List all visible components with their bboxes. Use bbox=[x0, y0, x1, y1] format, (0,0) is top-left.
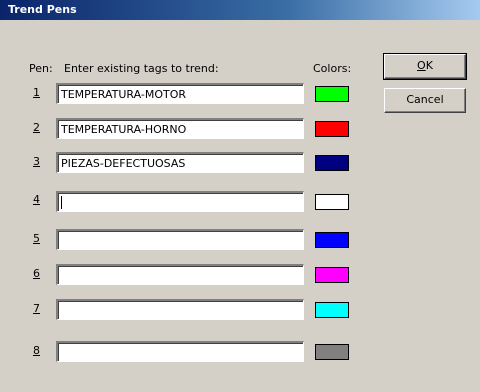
pen-4-tag-input[interactable] bbox=[56, 191, 304, 212]
title-bar: Trend Pens bbox=[0, 0, 480, 20]
pen-3-tag-input[interactable]: PIEZAS-DEFECTUOSAS bbox=[56, 152, 304, 173]
pen-number-6: 6 bbox=[33, 267, 40, 280]
pen-8-tag-input[interactable] bbox=[56, 341, 304, 362]
pen-number-2: 2 bbox=[33, 121, 40, 134]
pen-1-color-swatch[interactable] bbox=[315, 86, 349, 102]
pen-number-7: 7 bbox=[33, 302, 40, 315]
pen-2-color-swatch[interactable] bbox=[315, 121, 349, 137]
pen-1-tag-input[interactable]: TEMPERATURA-MOTOR bbox=[56, 83, 304, 104]
pen-8-color-swatch[interactable] bbox=[315, 344, 349, 360]
instructions-label: Enter existing tags to trend: bbox=[64, 62, 219, 75]
cancel-button[interactable]: Cancel bbox=[384, 88, 466, 113]
pen-3-color-swatch[interactable] bbox=[315, 155, 349, 171]
pen-number-8: 8 bbox=[33, 344, 40, 357]
pen-column-label: Pen: bbox=[29, 62, 53, 75]
colors-column-label: Colors: bbox=[313, 62, 352, 75]
pen-7-tag-input[interactable] bbox=[56, 299, 304, 320]
pen-5-color-swatch[interactable] bbox=[315, 232, 349, 248]
pen-4-color-swatch[interactable] bbox=[315, 194, 349, 210]
ok-button[interactable]: OK bbox=[383, 53, 467, 80]
pen-6-tag-input[interactable] bbox=[56, 264, 304, 285]
pen-number-5: 5 bbox=[33, 232, 40, 245]
pen-5-tag-input[interactable] bbox=[56, 229, 304, 250]
pen-7-color-swatch[interactable] bbox=[315, 302, 349, 318]
pen-2-tag-input[interactable]: TEMPERATURA-HORNO bbox=[56, 118, 304, 139]
pen-number-4: 4 bbox=[33, 193, 40, 206]
window-title: Trend Pens bbox=[8, 3, 77, 16]
pen-number-1: 1 bbox=[33, 86, 40, 99]
pen-6-color-swatch[interactable] bbox=[315, 267, 349, 283]
pen-number-3: 3 bbox=[33, 155, 40, 168]
